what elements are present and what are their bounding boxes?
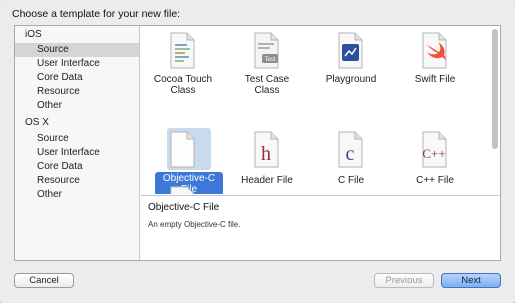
- sidebar-header-osx: OS X: [25, 117, 49, 128]
- detail-description: An empty Objective-C file.: [148, 220, 241, 229]
- swift-file-icon: [422, 32, 447, 69]
- file-icon-partial: [170, 186, 195, 194]
- sidebar-item-osx-user-interface[interactable]: User Interface: [15, 146, 139, 160]
- template-cpp-file[interactable]: C++ C++ File: [399, 131, 471, 194]
- template-grid: Cocoa Touch Class Test Test Case Class P…: [141, 26, 500, 194]
- template-label: C++ File: [416, 175, 454, 186]
- template-playground[interactable]: Playground: [315, 30, 387, 100]
- playground-icon: [338, 32, 363, 69]
- objective-c-file-icon: [170, 131, 195, 168]
- c-file-icon: c: [338, 131, 363, 168]
- sidebar-item-ios-resource[interactable]: Resource: [15, 85, 139, 99]
- template-header-file[interactable]: h Header File: [231, 131, 303, 194]
- test-case-class-icon: Test: [254, 32, 279, 69]
- template-objective-c-file[interactable]: Objective-C File: [147, 128, 223, 194]
- previous-button[interactable]: Previous: [374, 273, 434, 288]
- template-label: Header File: [241, 175, 293, 186]
- cancel-button[interactable]: Cancel: [14, 273, 74, 288]
- cpp-glyph: C++: [422, 146, 445, 161]
- sidebar-item-osx-source[interactable]: Source: [15, 132, 139, 146]
- cpp-file-icon: C++: [422, 131, 447, 168]
- cocoa-touch-class-icon: [170, 32, 195, 69]
- template-swift-file[interactable]: Swift File: [399, 30, 471, 100]
- c-glyph: c: [346, 143, 355, 165]
- template-label: Cocoa Touch Class: [153, 74, 213, 96]
- template-label: Swift File: [414, 74, 456, 85]
- template-label: Test Case Class: [244, 74, 290, 96]
- sidebar-item-ios-user-interface[interactable]: User Interface: [15, 57, 139, 71]
- template-c-file[interactable]: c C File: [315, 131, 387, 194]
- sidebar-item-ios-source[interactable]: Source: [15, 43, 139, 57]
- header-glyph: h: [261, 143, 271, 165]
- sheet-heading: Choose a template for your new file:: [12, 8, 181, 20]
- sidebar-header-ios: iOS: [25, 29, 42, 40]
- detail-title: Objective-C File: [148, 202, 220, 213]
- template-detail-pane: Objective-C File An empty Objective-C fi…: [141, 195, 500, 260]
- template-label: C File: [337, 175, 365, 186]
- sidebar-item-osx-other[interactable]: Other: [15, 188, 139, 202]
- sidebar-item-ios-other[interactable]: Other: [15, 99, 139, 113]
- sidebar-item-osx-core-data[interactable]: Core Data: [15, 160, 139, 174]
- template-cocoa-touch-class[interactable]: Cocoa Touch Class: [147, 30, 219, 100]
- test-badge-text: Test: [264, 57, 275, 63]
- header-file-icon: h: [254, 131, 279, 168]
- template-chooser: iOS Source User Interface Core Data Reso…: [14, 25, 501, 261]
- template-test-case-class[interactable]: Test Test Case Class: [231, 30, 303, 100]
- template-grid-scrollbar[interactable]: [492, 29, 498, 149]
- new-file-template-sheet: Choose a template for your new file: iOS…: [0, 0, 515, 303]
- next-button[interactable]: Next: [441, 273, 501, 288]
- sidebar-item-osx-resource[interactable]: Resource: [15, 174, 139, 188]
- platform-sidebar: iOS Source User Interface Core Data Reso…: [15, 26, 140, 260]
- template-label: Playground: [325, 74, 377, 85]
- sidebar-item-ios-core-data[interactable]: Core Data: [15, 71, 139, 85]
